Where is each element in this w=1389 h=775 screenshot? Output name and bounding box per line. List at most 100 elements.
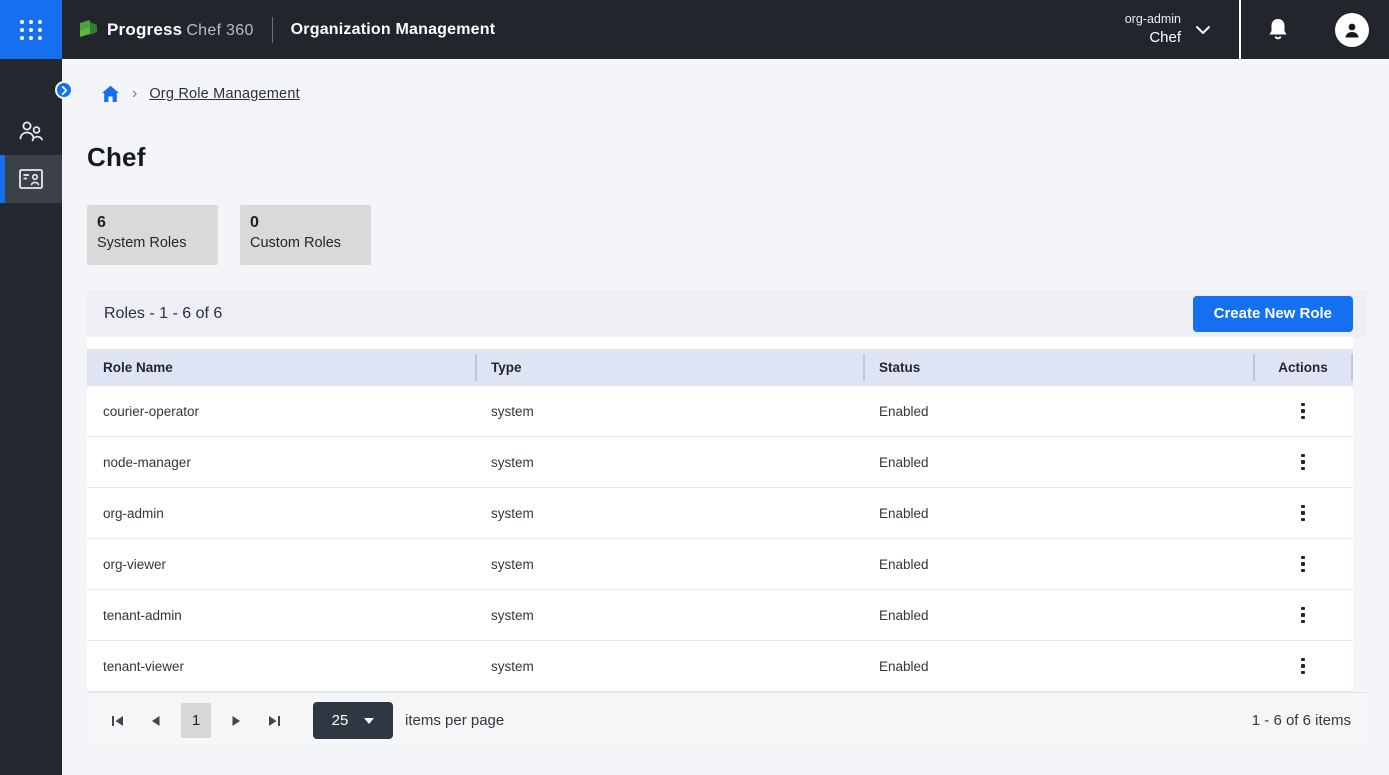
cell-type: system bbox=[475, 404, 863, 419]
profile-button[interactable] bbox=[1315, 13, 1389, 47]
main-content: › Org Role Management Chef 6 System Role… bbox=[62, 59, 1389, 775]
cell-role-name: org-admin bbox=[87, 506, 475, 521]
users-icon bbox=[17, 118, 45, 144]
cell-status: Enabled bbox=[863, 455, 1253, 470]
grid-dots-icon bbox=[20, 20, 43, 40]
row-actions-menu-button[interactable] bbox=[1289, 601, 1317, 629]
first-page-button[interactable] bbox=[101, 704, 135, 738]
table-body: courier-operator system Enabled node-man… bbox=[87, 386, 1353, 692]
row-actions-menu-button[interactable] bbox=[1289, 448, 1317, 476]
grid-gap bbox=[87, 337, 1353, 349]
create-new-role-button[interactable]: Create New Role bbox=[1193, 296, 1353, 332]
user-role-label: org-admin bbox=[1125, 11, 1181, 28]
cell-type: system bbox=[475, 557, 863, 572]
stat-value: 6 bbox=[97, 214, 208, 232]
previous-page-button[interactable] bbox=[139, 704, 173, 738]
user-menu[interactable]: org-admin Chef bbox=[1125, 11, 1211, 48]
cell-actions bbox=[1253, 499, 1353, 527]
table-row[interactable]: courier-operator system Enabled bbox=[87, 386, 1353, 437]
id-card-icon bbox=[17, 167, 45, 191]
kebab-menu-icon bbox=[1301, 556, 1305, 560]
table-header-row: Role Name Type Status Actions bbox=[87, 349, 1353, 386]
brand-suffix: Chef 360 bbox=[186, 22, 253, 40]
dropdown-caret-icon bbox=[364, 718, 374, 724]
cell-type: system bbox=[475, 506, 863, 521]
cell-role-name: tenant-admin bbox=[87, 608, 475, 623]
brand-primary: Progress bbox=[107, 20, 182, 40]
roles-panel: Roles - 1 - 6 of 6 Create New Role Role … bbox=[87, 290, 1367, 748]
topbar: Progress Chef 360 Organization Managemen… bbox=[0, 0, 1389, 59]
table-row[interactable]: tenant-admin system Enabled bbox=[87, 590, 1353, 641]
avatar-icon bbox=[1335, 13, 1369, 47]
next-page-icon bbox=[231, 715, 241, 727]
cell-status: Enabled bbox=[863, 404, 1253, 419]
cell-actions bbox=[1253, 550, 1353, 578]
cell-actions bbox=[1253, 397, 1353, 425]
items-per-page-label: items per page bbox=[405, 712, 504, 729]
kebab-menu-icon bbox=[1301, 607, 1305, 611]
current-page-button[interactable]: 1 bbox=[181, 703, 211, 738]
cell-role-name: node-manager bbox=[87, 455, 475, 470]
cell-status: Enabled bbox=[863, 659, 1253, 674]
notifications-button[interactable] bbox=[1241, 17, 1315, 43]
column-header-type[interactable]: Type bbox=[475, 349, 863, 386]
last-page-icon bbox=[267, 715, 281, 727]
breadcrumb-link-org-role-management[interactable]: Org Role Management bbox=[149, 86, 300, 102]
row-actions-menu-button[interactable] bbox=[1289, 397, 1317, 425]
table-row[interactable]: node-manager system Enabled bbox=[87, 437, 1353, 488]
roles-table: Role Name Type Status Actions courier-op… bbox=[87, 349, 1353, 692]
row-actions-menu-button[interactable] bbox=[1289, 550, 1317, 578]
table-row[interactable]: org-viewer system Enabled bbox=[87, 539, 1353, 590]
brand-logo: Progress Chef 360 bbox=[78, 20, 254, 40]
app-title: Organization Management bbox=[291, 21, 496, 39]
cell-type: system bbox=[475, 455, 863, 470]
sidebar-item-roles[interactable] bbox=[0, 155, 62, 203]
cell-type: system bbox=[475, 659, 863, 674]
cell-status: Enabled bbox=[863, 608, 1253, 623]
user-texts: org-admin Chef bbox=[1125, 11, 1181, 48]
cell-status: Enabled bbox=[863, 557, 1253, 572]
cell-role-name: courier-operator bbox=[87, 404, 475, 419]
cell-actions bbox=[1253, 652, 1353, 680]
bell-icon bbox=[1266, 17, 1290, 43]
row-actions-menu-button[interactable] bbox=[1289, 499, 1317, 527]
cell-type: system bbox=[475, 608, 863, 623]
table-title: Roles - 1 - 6 of 6 bbox=[104, 305, 222, 323]
column-header-status[interactable]: Status bbox=[863, 349, 1253, 386]
row-actions-menu-button[interactable] bbox=[1289, 652, 1317, 680]
stat-value: 0 bbox=[250, 214, 361, 232]
last-page-button[interactable] bbox=[257, 704, 291, 738]
breadcrumb-chevron-icon: › bbox=[132, 86, 137, 102]
column-header-role-name[interactable]: Role Name bbox=[87, 349, 475, 386]
page-size-value: 25 bbox=[332, 712, 349, 729]
previous-page-icon bbox=[151, 715, 161, 727]
chevron-right-icon bbox=[60, 86, 69, 95]
stat-label: System Roles bbox=[97, 235, 208, 251]
chevron-down-icon bbox=[1195, 25, 1211, 35]
topbar-right: org-admin Chef bbox=[1125, 0, 1389, 59]
cell-role-name: tenant-viewer bbox=[87, 659, 475, 674]
sidebar bbox=[0, 59, 62, 775]
kebab-menu-icon bbox=[1301, 403, 1305, 407]
cell-status: Enabled bbox=[863, 506, 1253, 521]
page-size-dropdown[interactable]: 25 bbox=[313, 702, 393, 739]
kebab-menu-icon bbox=[1301, 454, 1305, 458]
next-page-button[interactable] bbox=[219, 704, 253, 738]
pagination-bar: 1 25 items per page 1 - 6 bbox=[87, 692, 1367, 748]
app-launcher-button[interactable] bbox=[0, 0, 62, 59]
cell-actions bbox=[1253, 448, 1353, 476]
home-icon[interactable] bbox=[101, 85, 120, 103]
sidebar-item-users[interactable] bbox=[0, 107, 62, 155]
first-page-icon bbox=[111, 715, 125, 727]
screen: Progress Chef 360 Organization Managemen… bbox=[0, 0, 1389, 775]
table-row[interactable]: org-admin system Enabled bbox=[87, 488, 1353, 539]
cell-role-name: org-viewer bbox=[87, 557, 475, 572]
stat-label: Custom Roles bbox=[250, 235, 361, 251]
cell-actions bbox=[1253, 601, 1353, 629]
sidebar-expand-button[interactable] bbox=[55, 81, 73, 99]
sidebar-spacer bbox=[0, 59, 62, 107]
user-org-label: Chef bbox=[1125, 28, 1181, 48]
progress-chevron-icon bbox=[78, 20, 100, 40]
table-row[interactable]: tenant-viewer system Enabled bbox=[87, 641, 1353, 692]
page-title: Chef bbox=[87, 142, 1389, 173]
